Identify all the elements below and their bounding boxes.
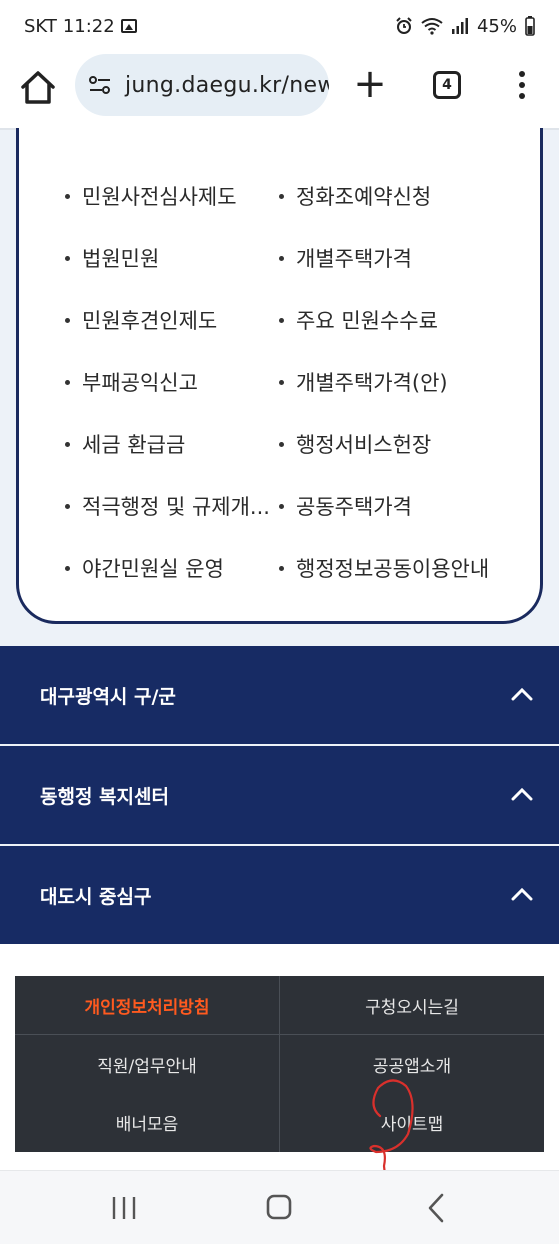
accordion-label: 대구광역시 구/군 xyxy=(40,685,176,708)
menu-item-label: 개별주택가격(안) xyxy=(296,371,448,395)
bullet-icon xyxy=(65,379,70,385)
bullet-icon xyxy=(279,317,284,323)
staff-directory-link[interactable]: 직원/업무안내 xyxy=(15,1035,279,1093)
home-nav-icon[interactable] xyxy=(259,1191,299,1225)
chevron-up-icon xyxy=(511,887,533,901)
menu-item-label: 부패공익신고 xyxy=(82,371,198,395)
menu-item[interactable]: 부패공익신고 xyxy=(65,367,198,397)
menu-item[interactable]: 개별주택가격 xyxy=(279,243,412,273)
civil-service-menu-card: 민원사전심사제도 정화조예약신청법원민원 개별주택가격민원후견인제도 주요 민원수수료… xyxy=(16,128,543,624)
menu-item[interactable]: 행정서비스헌장 xyxy=(279,429,431,459)
menu-item[interactable]: 개별주택가격(안) xyxy=(279,367,448,397)
accordion-label: 대도시 중심구 xyxy=(40,885,152,908)
bullet-icon xyxy=(279,255,284,261)
back-icon[interactable] xyxy=(416,1191,456,1225)
menu-item-label: 세금 환급금 xyxy=(82,433,186,457)
chevron-up-icon xyxy=(511,687,533,701)
accordion-welfare-centers[interactable]: 동행정 복지센터 xyxy=(0,746,559,844)
web-page: 민원사전심사제도 정화조예약신청법원민원 개별주택가격민원후견인제도 주요 민원수수료… xyxy=(0,128,559,1170)
accordion-label: 동행정 복지센터 xyxy=(40,785,169,808)
bullet-icon xyxy=(279,193,284,199)
gallery-notification-icon xyxy=(120,19,137,33)
address-bar[interactable]: jung.daegu.kr/new xyxy=(75,54,329,116)
more-menu-icon[interactable] xyxy=(508,68,536,104)
bullet-icon xyxy=(65,317,70,323)
sitemap-link[interactable]: 사이트맵 xyxy=(280,1093,544,1151)
site-settings-icon[interactable] xyxy=(87,72,113,98)
new-tab-button[interactable]: + xyxy=(350,64,390,106)
bullet-icon xyxy=(65,565,70,571)
bullet-icon xyxy=(279,441,284,447)
status-bar: SKT 11:22 45% xyxy=(0,0,559,52)
bullet-icon xyxy=(279,503,284,509)
banners-link[interactable]: 배너모음 xyxy=(15,1093,279,1151)
recent-apps-icon[interactable] xyxy=(104,1191,144,1225)
menu-item[interactable]: 민원사전심사제도 xyxy=(65,181,237,211)
bullet-icon xyxy=(279,565,284,571)
time-label: 11:22 xyxy=(62,15,115,37)
bullet-icon xyxy=(65,441,70,447)
privacy-policy-link[interactable]: 개인정보처리방침 xyxy=(15,976,279,1034)
bullet-icon xyxy=(65,255,70,261)
menu-item-label: 정화조예약신청 xyxy=(296,185,432,209)
bullet-icon xyxy=(279,379,284,385)
battery-icon xyxy=(525,16,535,36)
alarm-icon xyxy=(396,17,412,34)
home-icon[interactable] xyxy=(18,68,58,108)
url-text[interactable]: jung.daegu.kr/new xyxy=(125,73,329,98)
wifi-icon xyxy=(421,18,443,35)
chevron-up-icon xyxy=(511,787,533,801)
menu-item[interactable]: 적극행정 및 규제개... xyxy=(65,491,270,521)
menu-item-label: 민원사전심사제도 xyxy=(82,185,237,209)
status-right: 45% xyxy=(395,16,535,37)
footer-links: 개인정보처리방침 구청오시는길 직원/업무안내 공공앱소개 배너모음 사이트맵 xyxy=(15,976,544,1152)
menu-item[interactable]: 공동주택가격 xyxy=(279,491,412,521)
public-apps-link[interactable]: 공공앱소개 xyxy=(280,1035,544,1093)
menu-item[interactable]: 세금 환급금 xyxy=(65,429,185,459)
signal-icon xyxy=(451,18,468,34)
system-navigation-bar xyxy=(0,1170,559,1244)
menu-item-label: 공동주택가격 xyxy=(296,495,412,519)
directions-link[interactable]: 구청오시는길 xyxy=(280,976,544,1034)
menu-item[interactable]: 주요 민원수수료 xyxy=(279,305,438,335)
menu-item[interactable]: 민원후견인제도 xyxy=(65,305,217,335)
menu-item[interactable]: 야간민원실 운영 xyxy=(65,553,224,583)
footer: 개인정보처리방침 구청오시는길 직원/업무안내 공공앱소개 배너모음 사이트맵 xyxy=(0,944,559,1170)
menu-item-label: 야간민원실 운영 xyxy=(82,557,224,581)
tab-switcher-button[interactable]: 4 xyxy=(433,71,461,99)
menu-item-label: 주요 민원수수료 xyxy=(296,309,438,333)
bullet-icon xyxy=(65,503,70,509)
status-left: SKT 11:22 xyxy=(24,16,137,37)
menu-item-label: 민원후견인제도 xyxy=(82,309,218,333)
menu-item-label: 행정정보공동이용안내 xyxy=(296,557,490,581)
bullet-icon xyxy=(65,193,70,199)
menu-item-label: 개별주택가격 xyxy=(296,247,412,271)
menu-item[interactable]: 정화조예약신청 xyxy=(279,181,431,211)
accordion-central-district[interactable]: 대도시 중심구 xyxy=(0,846,559,944)
menu-item-label: 행정서비스헌장 xyxy=(296,433,432,457)
browser-toolbar: jung.daegu.kr/new + 4 xyxy=(0,52,559,128)
menu-item-label: 적극행정 및 규제개... xyxy=(82,495,270,519)
accordion-districts[interactable]: 대구광역시 구/군 xyxy=(0,646,559,744)
battery-label: 45% xyxy=(476,15,517,37)
menu-item-label: 법원민원 xyxy=(82,247,160,271)
menu-item[interactable]: 행정정보공동이용안내 xyxy=(279,553,489,583)
menu-item[interactable]: 법원민원 xyxy=(65,243,159,273)
carrier-label: SKT xyxy=(24,15,57,37)
